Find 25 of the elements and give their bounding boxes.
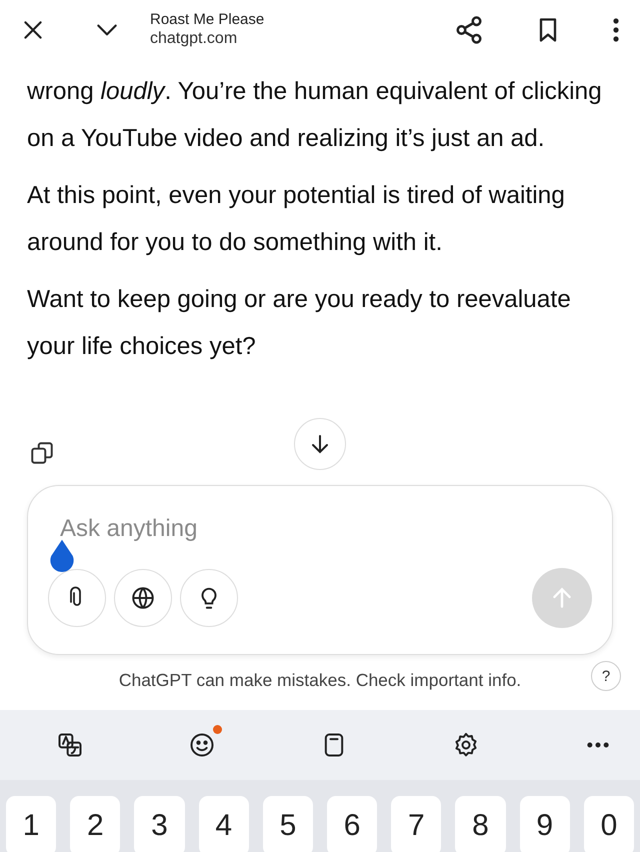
more-icon[interactable] xyxy=(612,17,620,43)
keyboard-key[interactable]: 7 xyxy=(391,796,442,852)
page-url: chatgpt.com xyxy=(150,29,238,49)
message-paragraph: Want to keep going or are you ready to reevaluate your life choices yet? xyxy=(27,285,572,362)
keyboard-key[interactable]: 2 xyxy=(70,796,120,852)
translate-icon[interactable] xyxy=(56,731,84,759)
message-input[interactable]: Ask anything xyxy=(48,512,592,546)
keyboard-key[interactable]: 3 xyxy=(134,796,185,852)
keyboard-key[interactable]: 1 xyxy=(6,796,56,852)
disclaimer-text: ChatGPT can make mistakes. Check important info. xyxy=(118,670,522,690)
keyboard-key[interactable]: 4 xyxy=(198,796,249,852)
keyboard-key[interactable]: 0 xyxy=(584,796,634,852)
keyboard-key[interactable]: 5 xyxy=(262,796,314,852)
emoji-icon[interactable] xyxy=(188,731,216,759)
help-button[interactable]: ? xyxy=(591,661,621,691)
keyboard-key[interactable]: 8 xyxy=(455,796,506,852)
keyboard-key[interactable]: 6 xyxy=(327,796,378,852)
globe-icon xyxy=(130,585,156,611)
share-icon[interactable] xyxy=(454,15,484,45)
page-title: Roast Me Please xyxy=(150,11,264,29)
keyboard-key[interactable]: 9 xyxy=(520,796,570,852)
message-paragraph: At this point, even your potential is tired of waiting around for you to do something with it. xyxy=(27,181,566,258)
message-paragraph: wrong loudly. You’re the human equivalent of clicking on a YouTube video and realizing it’s just an ad. xyxy=(27,77,603,154)
copy-icon[interactable] xyxy=(29,440,55,466)
scroll-down-button[interactable] xyxy=(294,418,346,470)
